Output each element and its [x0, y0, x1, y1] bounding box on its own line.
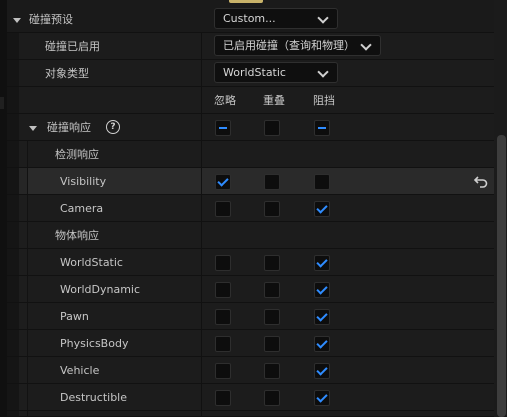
channel-label: PhysicsBody: [60, 337, 129, 350]
chevron-down-icon: [317, 12, 329, 24]
channel-label: Camera: [60, 202, 104, 215]
channel-row-physicsbody: PhysicsBody: [7, 330, 494, 357]
collision-responses-row: 碰撞响应 ?: [7, 114, 494, 141]
block-checkbox[interactable]: [314, 390, 330, 406]
channel-label: WorldDynamic: [60, 283, 141, 296]
overlap-checkbox[interactable]: [264, 255, 280, 271]
collapse-caret-icon[interactable]: [13, 18, 21, 23]
block-checkbox[interactable]: [314, 363, 330, 379]
channel-row-destructible: Destructible: [7, 384, 494, 411]
ignore-checkbox[interactable]: [215, 336, 231, 352]
collision-preset-dropdown[interactable]: Custom...: [214, 8, 338, 29]
expand-caret-icon[interactable]: [29, 126, 37, 131]
overlap-checkbox[interactable]: [264, 363, 280, 379]
object-type-value: WorldStatic: [223, 66, 286, 79]
all-ignore-checkbox[interactable]: [215, 120, 231, 136]
channel-row-worlddynamic: WorldDynamic: [7, 276, 494, 303]
collision-preset-row: 碰撞预设 Custom...: [7, 6, 494, 33]
channel-row-pawn: Pawn: [7, 303, 494, 330]
response-column-header-row: 忽略 重叠 阻挡: [7, 87, 494, 114]
object-responses-label: 物体响应: [55, 229, 99, 242]
channel-label: Vehicle: [60, 364, 100, 377]
collision-enabled-row: 碰撞已启用 已启用碰撞（查询和物理）: [7, 33, 494, 60]
all-overlap-checkbox[interactable]: [264, 120, 280, 136]
collision-preset-value: Custom...: [223, 12, 276, 25]
channel-row-visibility: Visibility: [7, 168, 494, 195]
collision-preset-label: 碰撞预设: [29, 13, 73, 26]
object-type-row: 对象类型 WorldStatic: [7, 60, 494, 87]
channel-row-worldstatic: WorldStatic: [7, 249, 494, 276]
channel-label: WorldStatic: [60, 256, 123, 269]
collision-enabled-value: 已启用碰撞（查询和物理）: [223, 39, 355, 52]
object-type-label: 对象类型: [45, 67, 89, 80]
overlap-checkbox[interactable]: [264, 336, 280, 352]
ignore-checkbox[interactable]: [215, 201, 231, 217]
top-tab-stub: [229, 0, 263, 3]
chevron-down-icon: [317, 66, 329, 78]
overlap-checkbox[interactable]: [264, 174, 280, 190]
channel-row-camera: Camera: [7, 195, 494, 222]
collision-responses-label: 碰撞响应: [47, 121, 91, 134]
ignore-checkbox[interactable]: [215, 174, 231, 190]
block-checkbox[interactable]: [314, 201, 330, 217]
ignore-checkbox[interactable]: [215, 363, 231, 379]
object-type-dropdown[interactable]: WorldStatic: [214, 62, 338, 83]
trace-responses-label: 检测响应: [55, 148, 99, 161]
overlap-checkbox[interactable]: [264, 390, 280, 406]
column-block-header: 阻挡: [313, 94, 335, 107]
scrollbar-thumb[interactable]: [497, 135, 506, 417]
ignore-checkbox[interactable]: [215, 255, 231, 271]
chevron-down-icon: [360, 39, 372, 51]
left-edge: [0, 0, 7, 417]
collision-enabled-label: 碰撞已启用: [45, 40, 100, 53]
reset-arrow-icon[interactable]: [473, 174, 489, 188]
column-overlap-header: 重叠: [263, 94, 285, 107]
ignore-checkbox[interactable]: [215, 390, 231, 406]
collision-panel: 碰撞预设 Custom... 碰撞已启用 已启用碰撞（查询和物理） 对象类型 W…: [0, 0, 507, 417]
overlap-checkbox[interactable]: [264, 282, 280, 298]
block-checkbox[interactable]: [314, 282, 330, 298]
object-responses-header-row: 物体响应: [7, 222, 494, 249]
all-block-checkbox[interactable]: [314, 120, 330, 136]
trace-responses-header-row: 检测响应: [7, 141, 494, 168]
next-row-partial: [7, 411, 494, 417]
channel-label: Visibility: [60, 175, 107, 188]
ignore-checkbox[interactable]: [215, 282, 231, 298]
overlap-checkbox[interactable]: [264, 201, 280, 217]
channel-label: Pawn: [60, 310, 89, 323]
question-circle-icon[interactable]: ?: [106, 120, 120, 134]
block-checkbox[interactable]: [314, 309, 330, 325]
channel-row-vehicle: Vehicle: [7, 357, 494, 384]
block-checkbox[interactable]: [314, 174, 330, 190]
channel-label: Destructible: [60, 391, 127, 404]
block-checkbox[interactable]: [314, 255, 330, 271]
column-ignore-header: 忽略: [214, 94, 236, 107]
ignore-checkbox[interactable]: [215, 309, 231, 325]
collision-enabled-dropdown[interactable]: 已启用碰撞（查询和物理）: [214, 35, 381, 56]
overlap-checkbox[interactable]: [264, 309, 280, 325]
block-checkbox[interactable]: [314, 336, 330, 352]
